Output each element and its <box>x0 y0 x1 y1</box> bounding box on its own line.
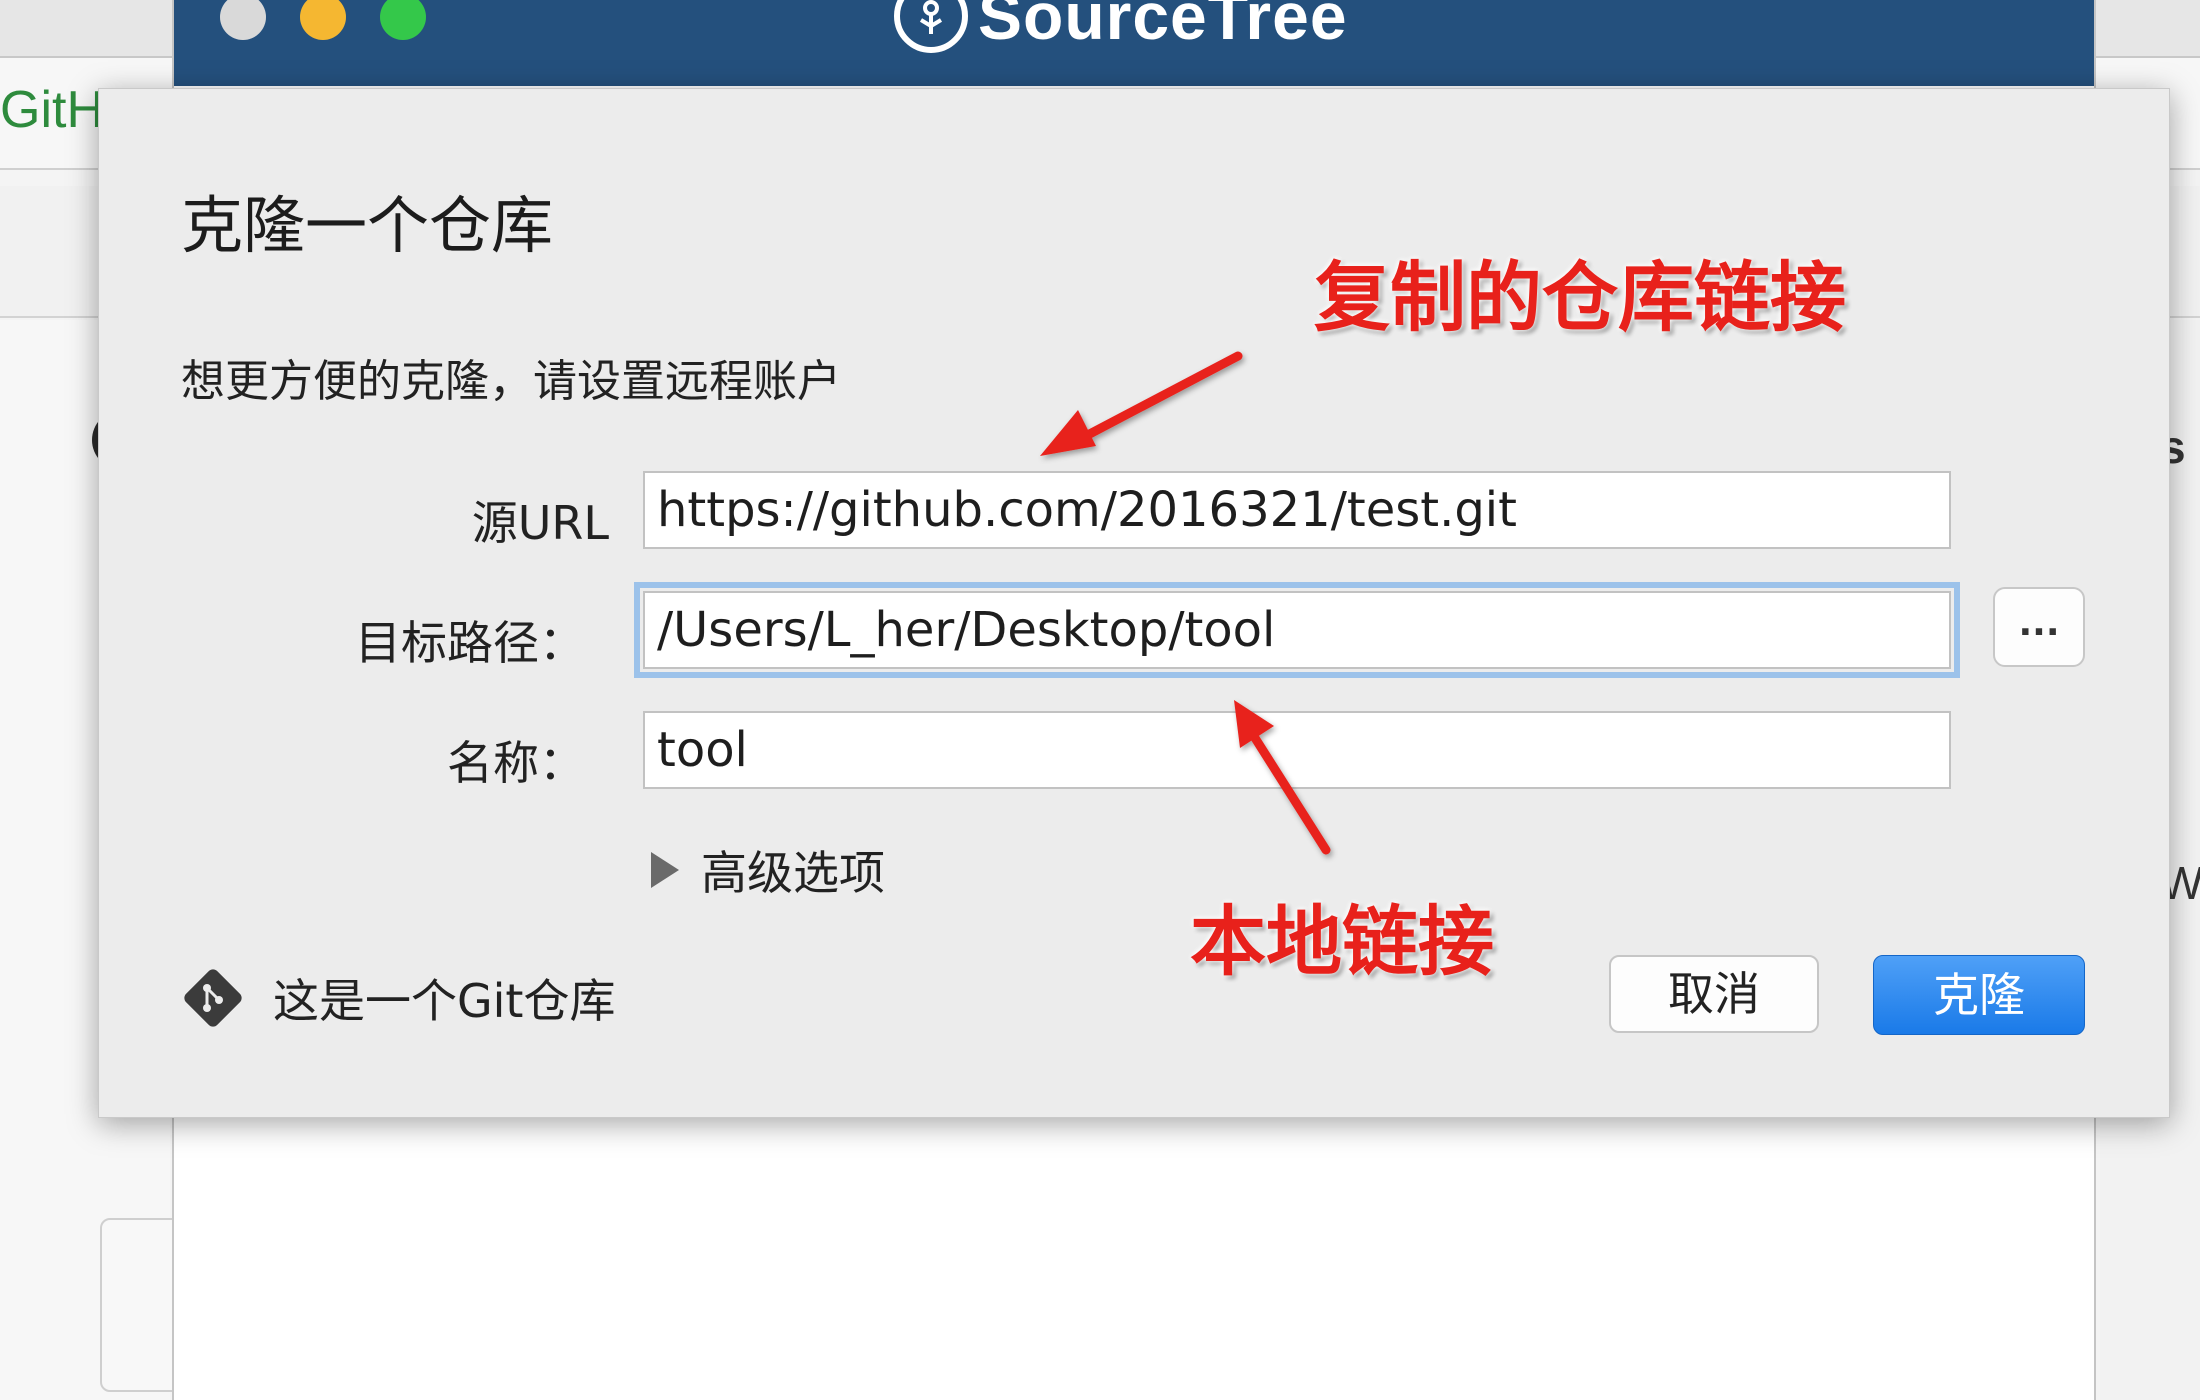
destination-path-input[interactable]: /Users/L_her/Desktop/tool <box>634 582 1960 678</box>
annotation-copied-repo-link: 复制的仓库链接 <box>1314 253 1846 342</box>
repo-type-indicator: 这是一个Git仓库 <box>181 965 615 1031</box>
repo-type-label: 这是一个Git仓库 <box>273 974 616 1028</box>
name-label: 名称： <box>447 736 585 790</box>
advanced-options-toggle[interactable]: 高级选项 <box>651 837 885 903</box>
source-url-label: 源URL <box>471 496 609 550</box>
sourcetree-logo: SourceTree <box>894 0 1348 54</box>
maximize-window-button[interactable] <box>380 0 426 40</box>
window-controls <box>220 0 426 40</box>
sourcetree-logo-icon <box>894 0 968 53</box>
sourcetree-titlebar: SourceTree <box>174 0 2094 86</box>
source-url-input[interactable]: https://github.com/2016321/test.git <box>643 471 1951 549</box>
minimize-window-button[interactable] <box>300 0 346 40</box>
destination-path-label: 目标路径： <box>355 616 585 670</box>
name-input[interactable]: tool <box>643 711 1951 789</box>
cancel-button[interactable]: 取消 <box>1609 955 1819 1033</box>
clone-dialog: 克隆一个仓库 想更方便的克隆，请设置远程账户 源URL https://gith… <box>98 88 2170 1118</box>
clone-button[interactable]: 克隆 <box>1873 955 2085 1035</box>
remote-account-hint[interactable]: 想更方便的克隆，请设置远程账户 <box>181 345 841 409</box>
dialog-title: 克隆一个仓库 <box>181 189 554 262</box>
annotation-local-link: 本地链接 <box>1190 897 1494 986</box>
close-window-button[interactable] <box>220 0 266 40</box>
sourcetree-logo-text: SourceTree <box>978 0 1348 53</box>
disclosure-triangle-icon <box>651 852 679 888</box>
background-github-text: GitH <box>0 81 104 139</box>
advanced-options-label: 高级选项 <box>701 846 885 900</box>
browse-button[interactable]: ... <box>1993 587 2085 667</box>
git-icon <box>184 969 242 1027</box>
